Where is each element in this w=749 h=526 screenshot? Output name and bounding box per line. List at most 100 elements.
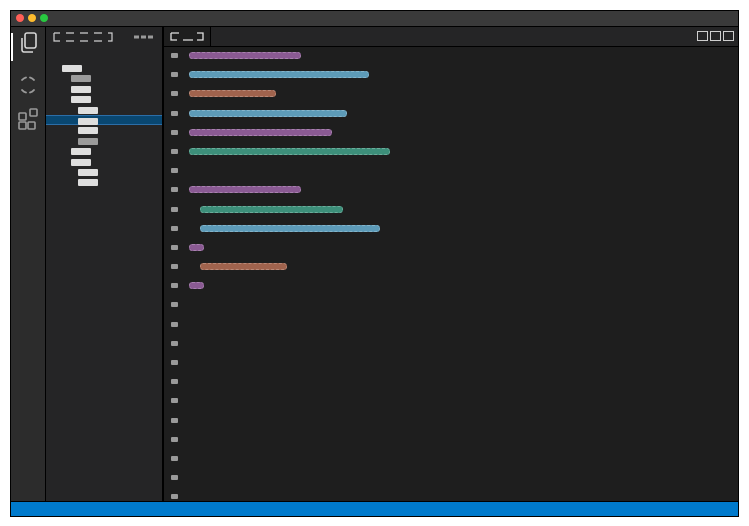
code-line[interactable] <box>164 335 738 354</box>
line-number-marker <box>171 129 178 135</box>
activity-bar <box>11 27 46 502</box>
code-line[interactable] <box>164 239 738 258</box>
code-line[interactable] <box>164 201 738 220</box>
code-line[interactable] <box>164 162 738 181</box>
activity-source-control[interactable] <box>16 73 40 97</box>
tree-item-label-placeholder <box>71 158 91 166</box>
line-number-marker <box>171 475 178 481</box>
code-token-placeholder <box>200 263 287 271</box>
line-number-marker <box>171 264 178 270</box>
line-number-marker <box>171 436 178 442</box>
line-number-marker <box>171 110 178 116</box>
line-number-marker <box>171 302 178 308</box>
code-line[interactable] <box>164 258 738 277</box>
editor-window <box>10 10 739 517</box>
explorer-sidebar <box>46 27 164 502</box>
activity-explorer[interactable] <box>11 31 40 61</box>
line-number-marker <box>171 417 178 423</box>
tree-item[interactable] <box>46 94 162 104</box>
tree-item-label-placeholder <box>71 75 91 83</box>
code-line[interactable] <box>164 431 738 450</box>
code-token-placeholder <box>189 109 347 117</box>
line-number-marker <box>171 206 178 212</box>
code-line[interactable] <box>164 277 738 296</box>
code-token-placeholder <box>189 52 301 59</box>
tree-item[interactable] <box>46 177 162 187</box>
split-editor-icon[interactable] <box>697 31 708 41</box>
tree-item-label-placeholder <box>78 179 98 187</box>
code-line[interactable] <box>164 392 738 411</box>
toggle-panel-icon[interactable] <box>710 31 721 41</box>
code-line[interactable] <box>164 316 738 335</box>
code-lines[interactable] <box>164 47 738 508</box>
code-line[interactable] <box>164 354 738 373</box>
file-tree <box>46 63 162 188</box>
line-number-marker <box>171 283 178 289</box>
code-token-placeholder <box>189 243 204 251</box>
line-number-marker <box>171 360 178 365</box>
code-token-placeholder <box>189 128 332 136</box>
more-actions-icon[interactable] <box>134 35 154 39</box>
explorer-icon <box>21 32 37 53</box>
line-number-marker <box>171 91 178 97</box>
line-number-marker <box>171 187 178 193</box>
active-indicator <box>11 33 13 61</box>
minimize-window-button[interactable] <box>28 14 36 22</box>
tab-label-placeholder <box>170 32 204 41</box>
code-line[interactable] <box>164 105 738 124</box>
code-line[interactable] <box>164 143 738 162</box>
activity-extensions[interactable] <box>16 107 40 131</box>
tree-item[interactable] <box>46 105 162 115</box>
code-line[interactable] <box>164 373 738 392</box>
extensions-icon <box>18 108 38 130</box>
code-line[interactable] <box>164 412 738 431</box>
tree-item-label-placeholder <box>78 127 98 135</box>
code-token-placeholder <box>189 71 369 79</box>
code-line[interactable] <box>164 85 738 104</box>
tree-item[interactable] <box>46 125 162 135</box>
code-line[interactable] <box>164 66 738 85</box>
tree-item[interactable] <box>46 167 162 177</box>
code-line[interactable] <box>164 450 738 469</box>
tree-item-label-placeholder <box>71 96 91 104</box>
tree-item-label-placeholder <box>78 137 98 145</box>
more-editor-actions-icon[interactable] <box>723 31 734 41</box>
code-line[interactable] <box>164 181 738 200</box>
line-number-marker <box>171 244 178 250</box>
tree-item[interactable] <box>46 157 162 167</box>
tree-item[interactable] <box>46 73 162 83</box>
line-number-marker <box>171 321 178 327</box>
tree-item[interactable] <box>46 63 162 73</box>
code-token-placeholder <box>189 186 301 194</box>
maximize-window-button[interactable] <box>40 14 48 22</box>
code-line[interactable] <box>164 47 738 66</box>
code-line[interactable] <box>164 469 738 488</box>
status-bar <box>11 501 738 516</box>
line-number-marker <box>171 379 178 385</box>
editor-layout-controls <box>697 31 734 41</box>
line-number-marker <box>171 72 178 78</box>
code-token-placeholder <box>189 90 276 98</box>
code-token-placeholder <box>200 224 380 232</box>
tree-item-label-placeholder <box>71 85 91 93</box>
line-number-marker <box>171 398 178 404</box>
tree-item[interactable] <box>46 146 162 156</box>
code-token-placeholder <box>189 147 390 155</box>
line-number-marker <box>171 340 178 346</box>
close-window-button[interactable] <box>16 14 24 22</box>
tree-item-selected[interactable] <box>46 114 162 126</box>
tree-item-label-placeholder <box>78 117 98 125</box>
code-line[interactable] <box>164 296 738 315</box>
code-line[interactable] <box>164 220 738 239</box>
line-number-marker <box>171 53 178 58</box>
code-line[interactable] <box>164 124 738 143</box>
title-bar <box>11 11 738 27</box>
tree-item[interactable] <box>46 84 162 94</box>
tree-item[interactable] <box>46 136 162 146</box>
tree-item-label-placeholder <box>78 168 98 176</box>
editor-tab[interactable] <box>164 27 211 46</box>
tree-item-label-placeholder <box>62 65 82 72</box>
sidebar-title-placeholder <box>53 32 113 42</box>
tree-item-label-placeholder <box>78 106 98 114</box>
line-number-marker <box>171 455 178 461</box>
